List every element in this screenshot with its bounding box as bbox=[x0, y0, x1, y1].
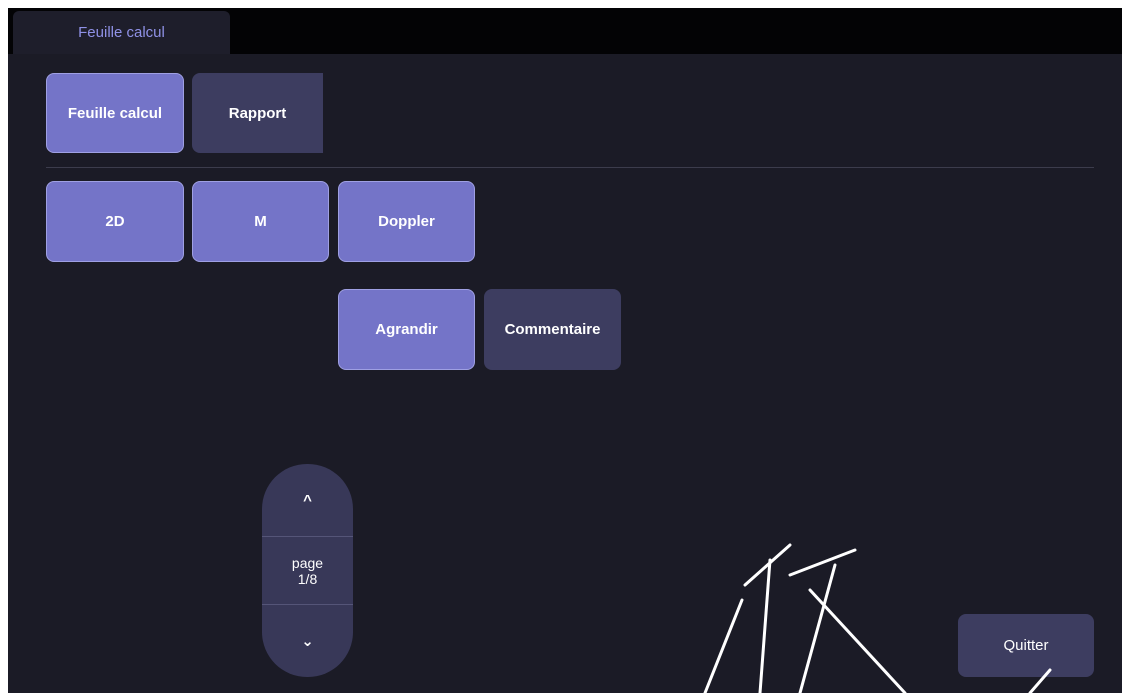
chevron-down-icon: ⌄ bbox=[301, 633, 314, 650]
page-down-button[interactable]: ⌄ bbox=[262, 605, 353, 677]
page-label: page bbox=[291, 554, 324, 571]
chevron-up-icon: ^ bbox=[303, 491, 312, 509]
m-mode-button[interactable]: M bbox=[192, 181, 329, 262]
enlarge-button[interactable]: Agrandir bbox=[338, 289, 475, 370]
page-number: 1/8 bbox=[297, 570, 318, 587]
page-up-button[interactable]: ^ bbox=[262, 464, 353, 536]
screen: Feuille calcul Feuille calcul Rapport 2D… bbox=[8, 8, 1122, 693]
comment-button[interactable]: Commentaire bbox=[484, 289, 621, 370]
page-indicator: page 1/8 bbox=[262, 537, 353, 604]
doppler-button[interactable]: Doppler bbox=[338, 181, 475, 262]
section-divider bbox=[46, 167, 1094, 168]
2d-button[interactable]: 2D bbox=[46, 181, 184, 262]
page-navigator: ^ page 1/8 ⌄ bbox=[262, 464, 353, 677]
worksheet-button[interactable]: Feuille calcul bbox=[46, 73, 184, 153]
quit-button[interactable]: Quitter bbox=[958, 614, 1094, 677]
report-button[interactable]: Rapport bbox=[192, 73, 323, 153]
tab-feuille-calcul[interactable]: Feuille calcul bbox=[13, 11, 230, 54]
tab-bar: Feuille calcul bbox=[8, 8, 1122, 54]
tab-label: Feuille calcul bbox=[78, 24, 165, 41]
